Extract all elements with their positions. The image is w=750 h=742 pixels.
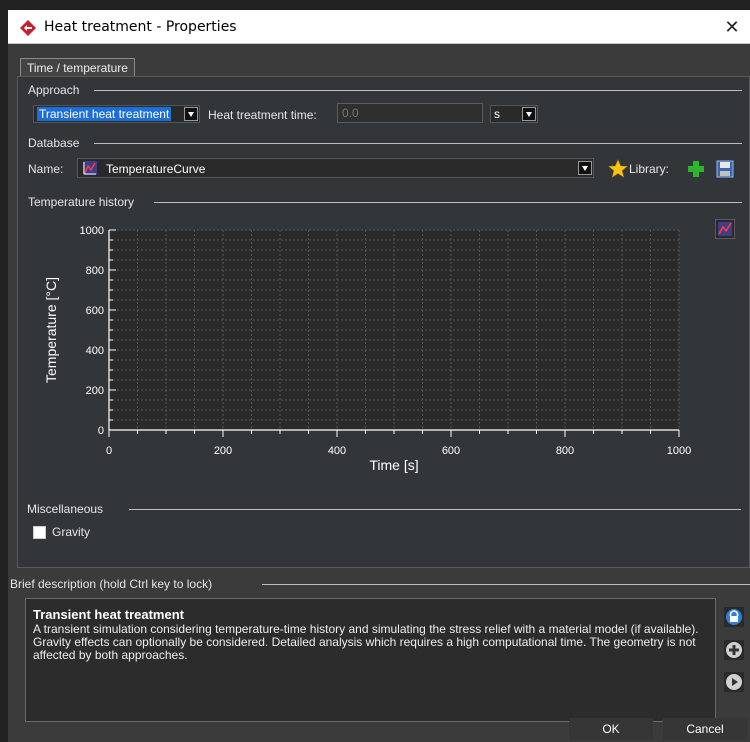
curve-icon xyxy=(83,161,97,175)
gravity-checkbox[interactable] xyxy=(33,526,46,539)
window-title: Heat treatment - Properties xyxy=(44,19,237,35)
database-label: Database xyxy=(28,136,80,150)
section-divider xyxy=(129,509,741,510)
time-unit-select[interactable]: s xyxy=(490,105,538,123)
description-box: Transient heat treatment A transient sim… xyxy=(25,598,716,722)
ok-button[interactable]: OK xyxy=(569,718,653,740)
miscellaneous-section-header: Miscellaneous xyxy=(27,502,741,516)
star-icon[interactable] xyxy=(608,159,628,179)
chevron-down-icon[interactable] xyxy=(184,107,198,121)
lock-icon[interactable] xyxy=(724,607,744,627)
chevron-down-icon[interactable] xyxy=(578,161,592,175)
cancel-button[interactable]: Cancel xyxy=(663,718,747,740)
heat-treatment-time-input[interactable]: 0.0 xyxy=(337,103,483,123)
section-divider xyxy=(94,90,742,91)
plus-icon[interactable] xyxy=(686,159,706,179)
app-logo-icon xyxy=(20,20,36,36)
description-section-header: Brief description (hold Ctrl key to lock… xyxy=(10,577,750,591)
x-tick-label: 400 xyxy=(328,445,346,457)
x-axis-label: Time [s] xyxy=(369,457,418,473)
description-text: A transient simulation considering tempe… xyxy=(33,622,699,662)
chart-canvas: 0 200 400 600 800 1000 0 200 400 600 800 1000 Time [… xyxy=(43,225,691,473)
section-divider xyxy=(262,584,750,585)
info-icon[interactable] xyxy=(724,640,744,660)
approach-type-value: Transient heat treatment xyxy=(37,107,172,121)
section-divider xyxy=(154,202,742,203)
y-tick-label: 800 xyxy=(86,265,104,277)
description-title: Transient heat treatment xyxy=(33,607,184,622)
title-bar: Heat treatment - Properties ✕ xyxy=(8,10,750,44)
temperature-chart: 0 200 400 600 800 1000 0 200 400 600 800 1000 Time [… xyxy=(42,218,722,518)
gravity-label: Gravity xyxy=(52,525,91,539)
database-name-value: TemperatureCurve xyxy=(106,162,206,176)
database-section-header: Database xyxy=(28,136,742,150)
temperature-history-label: Temperature history xyxy=(28,195,135,209)
y-tick-label: 0 xyxy=(98,425,104,437)
database-name-select[interactable]: TemperatureCurve xyxy=(77,158,594,178)
heat-treatment-time-label: Heat treatment time: xyxy=(208,108,317,122)
tab-time-temperature[interactable]: Time / temperature xyxy=(20,58,135,77)
y-tick-label: 1000 xyxy=(80,225,104,237)
y-axis-label: Temperature [°C] xyxy=(43,277,59,383)
approach-section-header: Approach xyxy=(28,83,742,97)
approach-label: Approach xyxy=(28,83,80,97)
x-tick-label: 200 xyxy=(214,445,232,457)
approach-type-select[interactable]: Transient heat treatment xyxy=(33,105,200,123)
chevron-down-icon[interactable] xyxy=(522,107,536,121)
dialog-body: Time / temperature Approach Transient he… xyxy=(8,44,750,742)
save-icon[interactable] xyxy=(715,159,735,179)
close-icon[interactable]: ✕ xyxy=(720,15,744,39)
y-tick-label: 200 xyxy=(86,385,104,397)
miscellaneous-label: Miscellaneous xyxy=(27,502,104,516)
temperature-history-section-header: Temperature history xyxy=(28,195,742,209)
time-unit-value: s xyxy=(494,107,500,121)
description-label: Brief description (hold Ctrl key to lock… xyxy=(10,577,213,591)
play-icon[interactable] xyxy=(724,672,744,692)
section-divider xyxy=(94,143,742,144)
x-tick-label: 1000 xyxy=(667,445,691,457)
name-label: Name: xyxy=(28,162,64,176)
library-label: Library: xyxy=(629,162,670,176)
y-tick-label: 600 xyxy=(86,305,104,317)
x-tick-label: 0 xyxy=(106,445,112,457)
x-tick-label: 600 xyxy=(442,445,460,457)
x-tick-label: 800 xyxy=(556,445,574,457)
y-tick-label: 400 xyxy=(86,345,104,357)
